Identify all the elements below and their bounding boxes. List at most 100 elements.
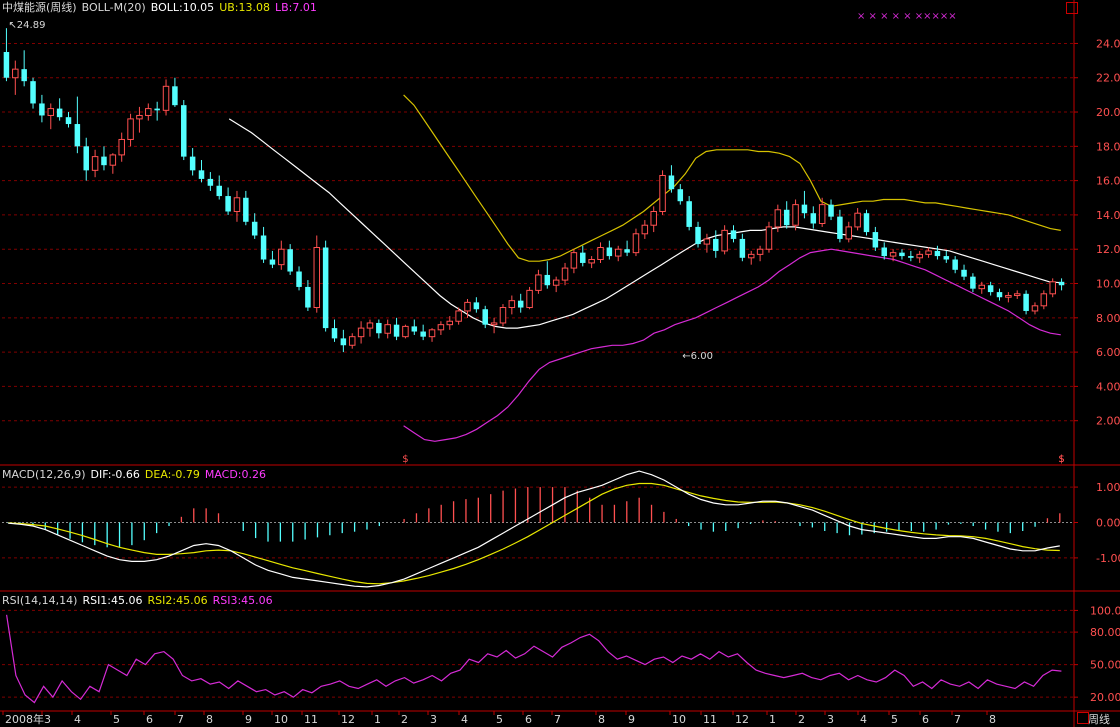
period-toggle-icon[interactable]: [1077, 712, 1089, 724]
y-tick-label: 80.00: [1090, 626, 1120, 639]
candle-body-up: [978, 284, 986, 290]
x-tick-label: 8: [989, 713, 996, 726]
candle-body-down: [987, 285, 994, 293]
candle-body-up: [756, 248, 764, 255]
candle-body-down: [172, 86, 178, 106]
y-tick-label: 14.00: [1096, 209, 1120, 222]
y-tick-label: 12.00: [1096, 243, 1120, 256]
candle-body-down: [56, 108, 63, 118]
candle-body-up: [765, 226, 773, 250]
candle-body-down: [322, 247, 329, 329]
candle-body-down: [376, 322, 382, 334]
x-tick-label: 11: [304, 713, 318, 726]
candle-body-up: [455, 310, 462, 322]
candle-body-down: [39, 103, 45, 116]
rsi3-value: RSI3:45.06: [212, 594, 273, 607]
candle-body-up: [588, 259, 595, 264]
candle-body-up: [136, 114, 143, 120]
x-axis: 2008年 3 4 5 6 7 8 9 10 11 12 1 2 3 4 5 6 7 8 9 10 11 12 1 2 3 4 5 6 7…: [2, 711, 996, 726]
macd-header: MACD(12,26,9) DIF:-0.66 DEA:-0.79 MACD:0.26: [2, 468, 271, 481]
panel-toggle-icon[interactable]: [1066, 2, 1078, 14]
candle-body-down: [668, 175, 675, 190]
y-tick-label: 20.00: [1090, 691, 1120, 704]
x-tick-label: 1: [374, 713, 381, 726]
x-tick-label: 7: [554, 713, 561, 726]
candle-body-up: [650, 210, 657, 226]
candle-body-up: [818, 204, 826, 224]
candle-body-down: [296, 271, 302, 287]
candle-body-up: [703, 238, 711, 245]
candle-body-up: [845, 226, 853, 240]
x-tick-label: 5: [891, 713, 898, 726]
candle-body-up: [570, 252, 578, 269]
ub-value: UB:13.08: [219, 1, 270, 14]
candle-body-up: [47, 108, 55, 116]
candle-body-down: [65, 117, 72, 125]
candle-body-down: [606, 247, 613, 257]
candle-body-up: [348, 336, 356, 346]
candle-body-up: [641, 224, 649, 235]
candle-body-up: [12, 68, 19, 79]
x-tick-label: 8: [206, 713, 213, 726]
x-tick-label: 4: [860, 713, 867, 726]
candle-body-down: [74, 124, 81, 147]
candle-body-up: [118, 138, 125, 156]
candle-body-down: [331, 328, 338, 339]
x-tick-label: 7: [177, 713, 184, 726]
candle-body-down: [580, 252, 586, 263]
dif-line: [8, 470, 1060, 588]
candle-body-up: [925, 250, 932, 255]
x-tick-label: 9: [245, 713, 252, 726]
candle-body-up: [233, 197, 241, 212]
rsi-panel-grid: [2, 609, 1074, 698]
candle-body-down: [393, 324, 400, 337]
x-tick-label: 2008年: [5, 712, 44, 726]
candle-body-down: [783, 209, 790, 226]
x-tick-label: 10: [274, 713, 288, 726]
macd-lines: [8, 470, 1060, 588]
stock-chart: 24.0022.0020.0018.0016.0014.0012.0010.00…: [0, 0, 1120, 727]
x-tick-label: 6: [525, 713, 532, 726]
candle-body-up: [1005, 295, 1012, 298]
candle-body-up: [1049, 281, 1056, 295]
candle-body-up: [366, 322, 374, 329]
candle-body-down: [730, 230, 737, 239]
main-header: 中煤能源(周线) BOLL-M(20) BOLL:10.05 UB:13.08 LB:7…: [2, 1, 322, 14]
macd-name: MACD(12,26,9): [2, 468, 86, 481]
candle-body-up: [499, 307, 507, 324]
x-tick-label: 3: [44, 713, 51, 726]
candle-body-up: [526, 289, 533, 309]
y-tick-label: 24.00: [1096, 37, 1120, 50]
candle-body-up: [614, 248, 622, 257]
candle-body-down: [411, 326, 418, 332]
x-tick-label: 4: [74, 713, 81, 726]
candle-body-down: [739, 238, 746, 258]
low-price-label: ←6.00: [682, 351, 713, 362]
candle-body-down: [1058, 281, 1065, 286]
bollinger-lines: [228, 94, 1061, 442]
candle-body-up: [313, 247, 321, 309]
boll-name: BOLL-M(20): [81, 1, 146, 14]
x-tick-label: 8: [598, 713, 605, 726]
y-tick-label: 50.00: [1090, 659, 1120, 672]
chart-title: 中煤能源(周线): [2, 1, 77, 14]
candle-body-down: [101, 156, 107, 166]
candle-body-up: [659, 174, 666, 212]
candle-body-up: [109, 154, 117, 166]
candle-body-down: [801, 204, 808, 214]
event-marker: $: [402, 454, 408, 465]
x-tick-label: 5: [496, 713, 503, 726]
candle-body-down: [251, 221, 258, 236]
candle-body-up: [490, 322, 498, 326]
candle-body-down: [544, 274, 551, 286]
candle-body-up: [535, 274, 542, 291]
candle-body-up: [747, 253, 755, 259]
x-tick-label: 9: [628, 713, 635, 726]
macd-panel-grid: [2, 486, 1074, 559]
x-tick-label: 1: [769, 713, 776, 726]
x-tick-label: 2: [401, 713, 408, 726]
candle-body-up: [91, 156, 99, 171]
candle-body-up: [721, 229, 728, 252]
candle-body-up: [632, 233, 640, 254]
x-tick-label: 6: [922, 713, 929, 726]
